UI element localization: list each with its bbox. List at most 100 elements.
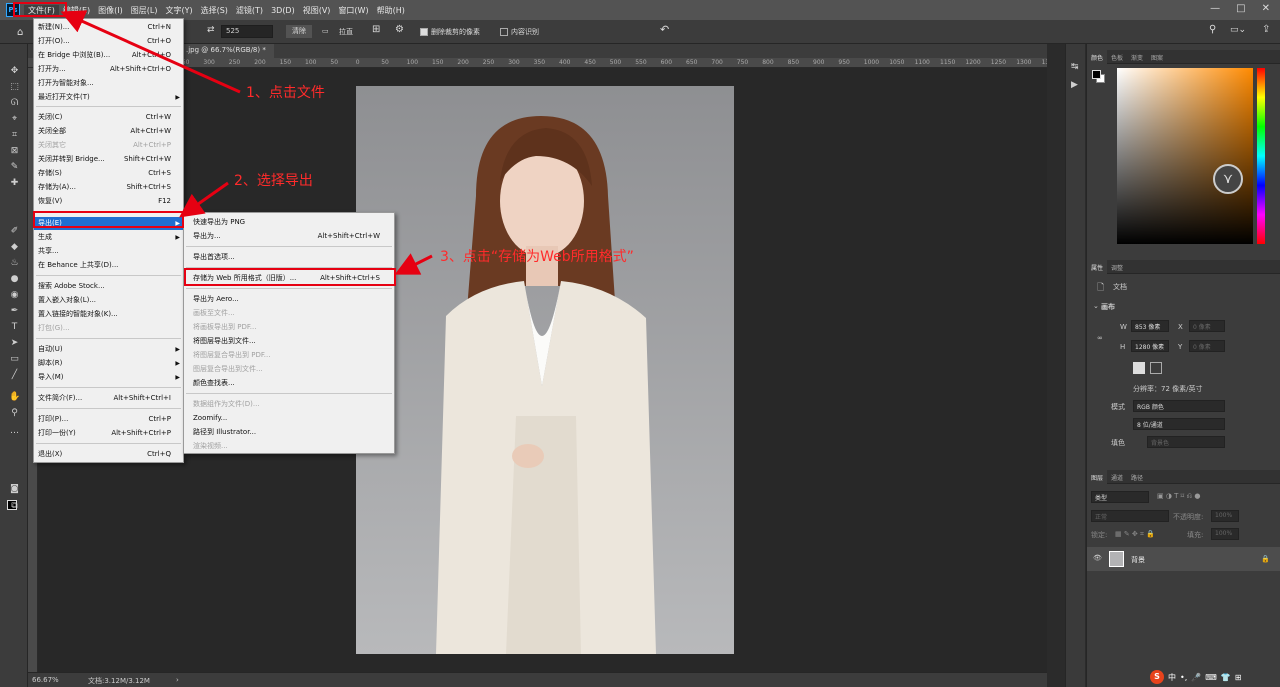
grid-overlay-icon[interactable]: ⊞	[372, 24, 380, 35]
tab-layers[interactable]: 图层	[1087, 470, 1108, 485]
file-menu-item[interactable]: 关闭(C) Ctrl+W	[34, 111, 183, 124]
close-button[interactable]: ✕	[1262, 3, 1270, 14]
zoom-readout[interactable]: 66.67%	[32, 676, 59, 684]
menu-help[interactable]: 帮助(H)	[373, 5, 409, 16]
keyboard-icon[interactable]: ⌨	[1205, 673, 1217, 682]
file-menu-item[interactable]: 关闭并转到 Bridge... Shift+Ctrl+W	[34, 153, 183, 166]
section-collapse-icon[interactable]: ⌄	[1093, 302, 1099, 310]
blur-tool-icon[interactable]: ●	[9, 274, 20, 285]
export-menu-item[interactable]: 渲染视频...	[184, 440, 394, 453]
height-field[interactable]: 1280 像素	[1131, 340, 1169, 352]
file-menu-item[interactable]: 打开(O)... Ctrl+O	[34, 35, 183, 48]
tab-swatches[interactable]: 色板	[1107, 50, 1127, 65]
landscape-orientation-icon[interactable]	[1150, 362, 1162, 374]
content-aware-checkbox[interactable]	[500, 28, 508, 36]
export-menu-item[interactable]: 导出为... Alt+Shift+Ctrl+W	[184, 230, 394, 243]
straighten-label[interactable]: 拉直	[339, 27, 353, 37]
clear-button[interactable]: 清除	[286, 25, 312, 38]
file-menu-item[interactable]: 退出(X) Ctrl+Q	[34, 448, 183, 461]
file-menu-item[interactable]: 在 Bridge 中浏览(B)... Alt+Ctrl+O	[34, 49, 183, 62]
line-tool-icon[interactable]: ╱	[9, 370, 20, 381]
home-icon[interactable]: ⌂	[17, 27, 23, 38]
menu-image[interactable]: 图像(I)	[94, 5, 127, 16]
file-menu-item[interactable]: 搜索 Adobe Stock...	[34, 280, 183, 293]
quick-select-tool-icon[interactable]: ⌖	[9, 114, 20, 125]
file-menu-item[interactable]: 打印(P)... Ctrl+P	[34, 413, 183, 426]
fill-select[interactable]: 背景色	[1147, 436, 1225, 448]
menu-select[interactable]: 选择(S)	[197, 5, 232, 16]
menu-layer[interactable]: 图层(L)	[127, 5, 162, 16]
undo-icon[interactable]: ↶	[660, 23, 669, 36]
hue-slider[interactable]	[1257, 68, 1265, 244]
share-icon[interactable]: ⇪	[1262, 24, 1270, 35]
fill-opacity-field[interactable]: 100%	[1211, 528, 1239, 540]
paint-bucket-tool-icon[interactable]: ♨	[9, 258, 20, 269]
microphone-icon[interactable]: 🎤	[1191, 673, 1201, 682]
file-menu-item[interactable]: 在 Behance 上共享(D)...	[34, 259, 183, 272]
document-tab[interactable]: .jpg @ 66.7%(RGB/8) *	[178, 44, 274, 58]
menu-filter[interactable]: 滤镜(T)	[232, 5, 267, 16]
tab-channels[interactable]: 通道	[1107, 470, 1127, 485]
tab-properties[interactable]: 属性	[1087, 260, 1108, 275]
export-menu-item[interactable]: 颜色查找表...	[184, 377, 394, 390]
file-menu-item[interactable]: 恢复(V) F12	[34, 195, 183, 208]
export-menu-item[interactable]: 图层复合导出到文件...	[184, 363, 394, 376]
file-menu-item[interactable]: 存储(S) Ctrl+S	[34, 167, 183, 180]
export-menu-item[interactable]: 数据组作为文件(D)...	[184, 398, 394, 411]
file-menu-item[interactable]: 自动(U) ▶	[34, 343, 183, 356]
export-menu-item[interactable]: 导出首选项...	[184, 251, 394, 264]
ime-language[interactable]: 中	[1168, 672, 1176, 683]
tab-gradients[interactable]: 渐变	[1127, 50, 1147, 65]
pen-tool-icon[interactable]: ✒	[9, 306, 20, 317]
file-menu-item[interactable]: 打包(G)...	[34, 322, 183, 335]
file-menu-item[interactable]: 新建(N)... Ctrl+N	[34, 21, 183, 34]
move-tool-icon[interactable]: ✥	[9, 66, 20, 77]
tab-color[interactable]: 颜色	[1087, 50, 1108, 65]
file-menu-item[interactable]: 关闭其它 Alt+Ctrl+P	[34, 139, 183, 152]
zoom-tool-icon[interactable]: ⚲	[9, 408, 20, 419]
more-tools-icon[interactable]: …	[9, 426, 20, 437]
straighten-icon[interactable]: ▭	[322, 27, 329, 35]
width-field[interactable]: 853 像素	[1131, 320, 1169, 332]
file-menu-item[interactable]: 打印一份(Y) Alt+Shift+Ctrl+P	[34, 427, 183, 440]
file-menu-item[interactable]: 打开为... Alt+Shift+Ctrl+O	[34, 63, 183, 76]
file-menu-item[interactable]: 导入(M) ▶	[34, 371, 183, 384]
menu-window[interactable]: 窗口(W)	[334, 5, 372, 16]
layer-filter-icons[interactable]: ▣ ◑ T ⌑ ⎌ ●	[1157, 492, 1200, 501]
shape-tool-icon[interactable]: ▭	[9, 354, 20, 365]
history-panel-icon[interactable]: ↹	[1071, 62, 1079, 72]
quick-mask-icon[interactable]: ◙	[9, 484, 20, 495]
floating-widget-icon[interactable]: ⋎	[1213, 164, 1243, 194]
sogou-logo-icon[interactable]: S	[1150, 670, 1164, 684]
brush-tool-icon[interactable]: ✐	[9, 226, 20, 237]
eraser-tool-icon[interactable]: ◆	[9, 242, 20, 253]
file-menu-item[interactable]: 关闭全部 Alt+Ctrl+W	[34, 125, 183, 138]
file-menu-item[interactable]: 最近打开文件(T) ▶	[34, 91, 183, 104]
ime-punct[interactable]: •,	[1180, 673, 1187, 682]
file-menu-item[interactable]: 置入链接的智能对象(K)...	[34, 308, 183, 321]
gear-icon[interactable]: ⚙	[395, 24, 404, 35]
x-field[interactable]: 0 像素	[1189, 320, 1225, 332]
menu-view[interactable]: 视图(V)	[299, 5, 335, 16]
file-menu-item[interactable]: 置入嵌入对象(L)...	[34, 294, 183, 307]
delete-cropped-checkbox[interactable]	[420, 28, 428, 36]
lock-icons[interactable]: ▦ ✎ ✥ ⌗ 🔒	[1115, 530, 1155, 539]
file-menu-item[interactable]: 脚本(R) ▶	[34, 357, 183, 370]
file-menu-item[interactable]: 打开为智能对象...	[34, 77, 183, 90]
tab-adjustments[interactable]: 调整	[1107, 260, 1127, 275]
export-menu-item[interactable]: 路径到 Illustrator...	[184, 426, 394, 439]
layer-filter-select[interactable]: 类型	[1091, 491, 1149, 503]
eyedropper-tool-icon[interactable]: ✎	[9, 162, 20, 173]
export-menu-item[interactable]: 将图层复合导出到 PDF...	[184, 349, 394, 362]
dodge-tool-icon[interactable]: ◉	[9, 290, 20, 301]
bit-depth-select[interactable]: 8 位/通道	[1133, 418, 1225, 430]
actions-panel-icon[interactable]: ▶	[1071, 80, 1078, 90]
link-icon[interactable]: ∞	[1097, 334, 1103, 342]
path-select-tool-icon[interactable]: ➤	[9, 338, 20, 349]
file-menu-item[interactable]: 存储为(A)... Shift+Ctrl+S	[34, 181, 183, 194]
export-menu-item[interactable]: 将画板导出到 PDF...	[184, 321, 394, 334]
crop-tool-icon[interactable]: ⌗	[9, 130, 20, 141]
menu-3d[interactable]: 3D(D)	[267, 6, 299, 15]
eye-icon[interactable]: 👁	[1093, 554, 1102, 562]
marquee-tool-icon[interactable]: ⬚	[9, 82, 20, 93]
